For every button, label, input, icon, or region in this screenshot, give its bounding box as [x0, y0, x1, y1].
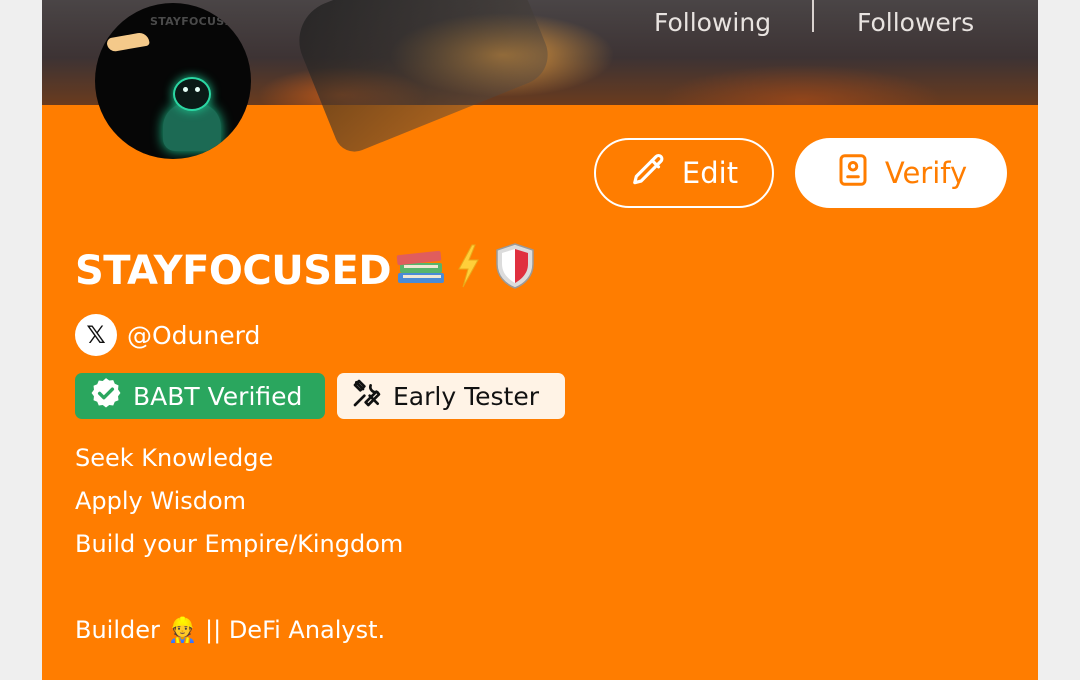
verify-button-label: Verify: [884, 156, 968, 190]
babt-verified-badge[interactable]: BABT Verified: [75, 373, 325, 419]
verify-button[interactable]: Verify: [795, 138, 1007, 208]
display-name: STAYFOCUSED: [75, 248, 392, 294]
early-tester-badge[interactable]: Early Tester: [337, 373, 565, 419]
sunglasses-graphic: [106, 31, 150, 53]
display-name-row: STAYFOCUSED: [75, 242, 537, 300]
bio-line: Build your Empire/Kingdom: [75, 530, 404, 558]
edit-button-label: Edit: [681, 156, 739, 190]
pencil-icon: [630, 151, 668, 196]
bio-line: Builder 👷 || DeFi Analyst.: [75, 616, 386, 644]
verified-check-icon: [89, 376, 123, 416]
bio-line: Apply Wisdom: [75, 487, 247, 515]
badge-row: BABT Verified Early Tester: [75, 373, 565, 419]
social-handle-row[interactable]: 𝕏 @Odunerd: [75, 314, 260, 356]
profile-bio: Seek Knowledge Apply Wisdom Build your E…: [75, 440, 403, 655]
shield-emoji-icon: [493, 242, 537, 300]
id-badge-icon: [835, 151, 871, 196]
profile-avatar[interactable]: STAYFOCUSED: [95, 3, 251, 159]
x-logo-icon: 𝕏: [75, 314, 117, 356]
avatar-watermark: STAYFOCUSED: [150, 15, 242, 28]
social-handle[interactable]: @Odunerd: [127, 321, 260, 350]
tools-icon: [351, 377, 383, 415]
following-stat-label[interactable]: Following: [654, 8, 771, 37]
lightning-emoji-icon: [455, 243, 481, 299]
stats-divider: [812, 0, 814, 32]
avatar-eye: [195, 87, 200, 92]
avatar-figure-head: [173, 77, 211, 111]
books-emoji-icon: [395, 243, 447, 299]
avatar-eye: [183, 87, 188, 92]
babt-badge-label: BABT Verified: [133, 381, 303, 411]
early-tester-label: Early Tester: [393, 381, 539, 411]
bio-line: [75, 569, 403, 612]
banner-photo-object: [287, 0, 557, 158]
bio-line: Seek Knowledge: [75, 444, 274, 472]
edit-profile-button[interactable]: Edit: [594, 138, 774, 208]
followers-stat-label[interactable]: Followers: [857, 8, 974, 37]
